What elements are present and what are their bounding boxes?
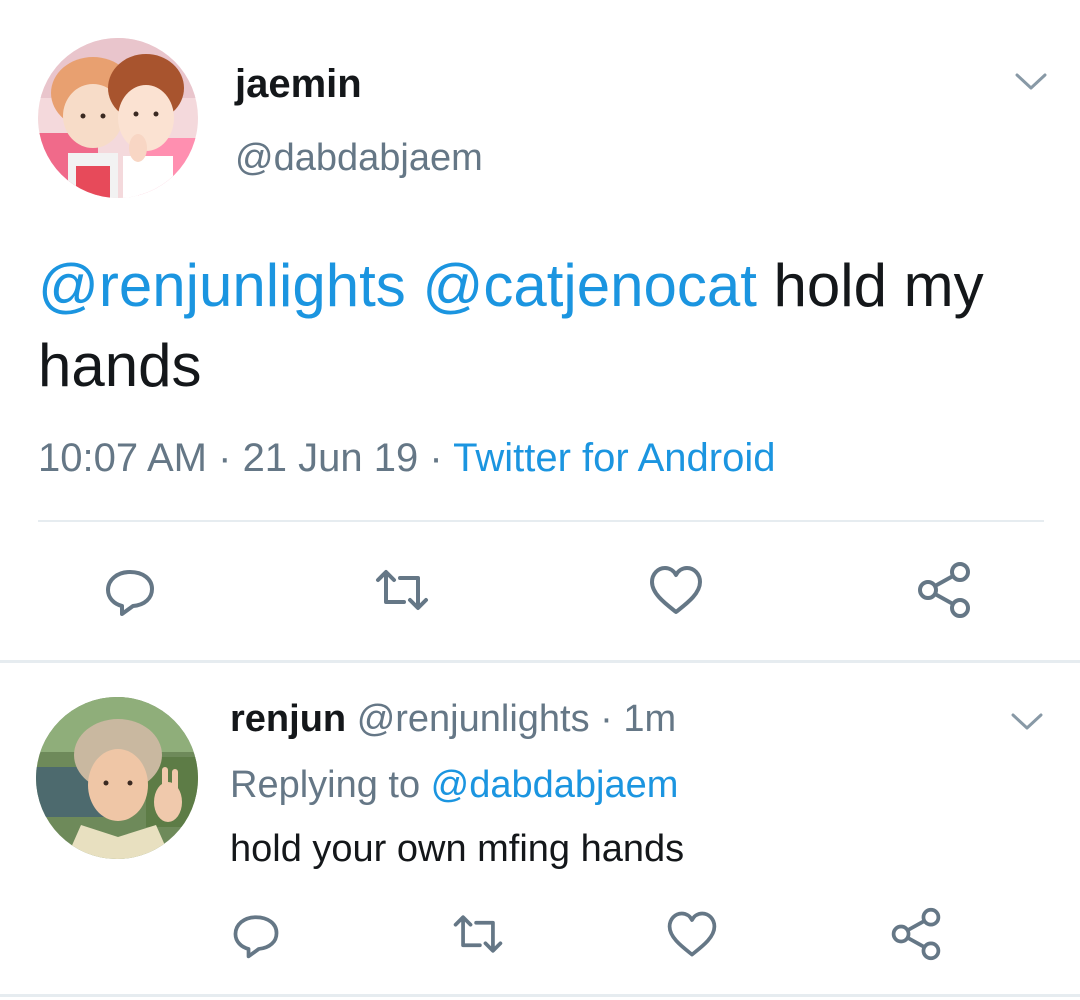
share-button[interactable] — [914, 560, 974, 620]
reply-button[interactable] — [100, 560, 160, 620]
reply-menu-chevron-down-icon[interactable] — [1010, 712, 1044, 732]
reply-timestamp[interactable]: 1m — [623, 698, 676, 740]
share-icon — [918, 562, 970, 618]
reply-icon — [233, 915, 279, 959]
like-icon — [650, 566, 702, 614]
retweet-button[interactable] — [372, 560, 432, 620]
reply-text: hold your own mfing hands — [230, 828, 685, 870]
replying-to-label: Replying to — [230, 764, 431, 806]
author-name[interactable]: jaemin — [235, 62, 362, 106]
reply-button[interactable] — [228, 906, 288, 966]
retweet-icon — [453, 915, 503, 953]
mention-link[interactable]: @renjunlights — [38, 252, 406, 319]
tweet-text: @renjunlights @catjenocat hold my hands — [38, 246, 1038, 406]
mention-link[interactable]: @catjenocat — [422, 252, 756, 319]
tweet-time[interactable]: 10:07 AM — [38, 436, 207, 480]
tweet-source-link[interactable]: Twitter for Android — [453, 436, 775, 480]
divider — [0, 994, 1080, 997]
like-button[interactable] — [664, 906, 724, 966]
tweet-metadata: 10:07 AM · 21 Jun 19 · Twitter for Andro… — [38, 430, 775, 486]
reply-icon — [106, 570, 154, 616]
like-button[interactable] — [646, 560, 706, 620]
divider — [38, 520, 1044, 522]
divider — [0, 660, 1080, 663]
tweet-menu-chevron-down-icon[interactable] — [1014, 72, 1048, 92]
like-icon — [667, 911, 717, 957]
tweet-date[interactable]: 21 Jun 19 — [243, 436, 419, 480]
replying-to-mention[interactable]: @dabdabjaem — [431, 764, 679, 806]
author-avatar[interactable] — [38, 38, 198, 198]
reply-author-handle[interactable]: @renjunlights — [357, 698, 590, 740]
retweet-icon — [376, 570, 428, 610]
meta-separator: · — [589, 698, 624, 740]
share-button[interactable] — [888, 906, 948, 966]
meta-separator: · — [418, 436, 454, 480]
reply-header: renjun @renjunlights · 1m — [230, 696, 676, 742]
author-handle[interactable]: @dabdabjaem — [235, 136, 483, 180]
tweet-detail-page: jaemin @dabdabjaem @renjunlights @catjen… — [0, 0, 1080, 1000]
reply-author-name[interactable]: renjun — [230, 698, 346, 740]
retweet-button[interactable] — [450, 906, 510, 966]
share-icon — [891, 907, 941, 961]
replying-to-line: Replying to @dabdabjaem — [230, 762, 678, 808]
meta-separator: · — [207, 436, 243, 480]
reply-author-avatar[interactable] — [36, 697, 198, 859]
